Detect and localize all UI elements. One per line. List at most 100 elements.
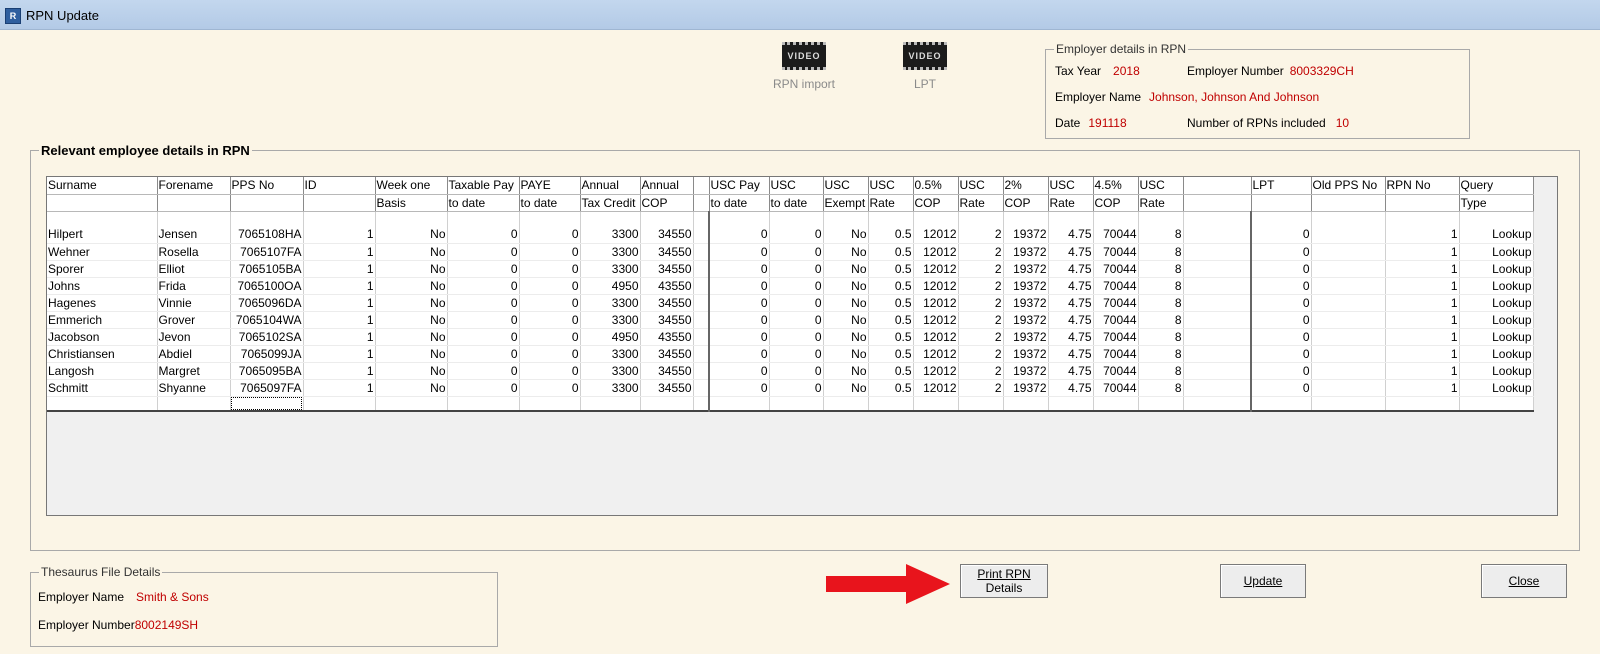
- table-row[interactable]: Sporer Elliot 7065105BA 1 No 0 0 3300 34550 0 0 No 0…: [47, 260, 1534, 278]
- cell-col-13[interactable]: 0.5: [868, 226, 914, 244]
- cell-col-21[interactable]: 0: [1251, 226, 1312, 244]
- cell-col-6[interactable]: 0: [519, 243, 581, 261]
- cell-col-4[interactable]: No: [375, 277, 448, 295]
- cell-col-16[interactable]: 19372: [1003, 362, 1049, 380]
- cell-col-23[interactable]: 1: [1385, 362, 1460, 380]
- cell-col-7[interactable]: 3300: [580, 294, 641, 312]
- cell-col-1[interactable]: Vinnie: [157, 294, 231, 312]
- cell-col-23[interactable]: 1: [1385, 260, 1460, 278]
- cell-col-3[interactable]: 1: [303, 311, 376, 329]
- cell-col-4[interactable]: No: [375, 294, 448, 312]
- cell-col-8[interactable]: 34550: [640, 243, 694, 261]
- cell-col-15[interactable]: 2: [958, 311, 1004, 329]
- cell-col-4[interactable]: No: [375, 311, 448, 329]
- cell-col-5[interactable]: 0: [447, 328, 520, 346]
- cell-col-11[interactable]: 0: [769, 328, 824, 346]
- cell-col-10[interactable]: 0: [709, 311, 770, 329]
- cell-col-1[interactable]: Abdiel: [157, 345, 231, 363]
- cell-col-2[interactable]: 7065099JA: [230, 345, 304, 363]
- cell-col-21[interactable]: 0: [1251, 311, 1312, 329]
- cell-col-21[interactable]: 0: [1251, 294, 1312, 312]
- cell-col-9[interactable]: [693, 362, 710, 380]
- cell-col-17[interactable]: 4.75: [1048, 294, 1094, 312]
- cell-col-23[interactable]: 1: [1385, 328, 1460, 346]
- cell-col-8[interactable]: 34550: [640, 294, 694, 312]
- cell-col-6[interactable]: 0: [519, 311, 581, 329]
- cell-col-9[interactable]: [693, 328, 710, 346]
- cell-col-7[interactable]: 4950: [580, 328, 641, 346]
- cell-col-17[interactable]: 4.75: [1048, 311, 1094, 329]
- cell-col-23[interactable]: 1: [1385, 294, 1460, 312]
- cell-col-21[interactable]: 0: [1251, 379, 1312, 397]
- table-row[interactable]: Christiansen Abdiel 7065099JA 1 No 0 0 3300 3455…: [47, 345, 1534, 363]
- cell-col-16[interactable]: 19372: [1003, 345, 1049, 363]
- cell-col-17[interactable]: 4.75: [1048, 379, 1094, 397]
- cell-col-13[interactable]: 0.5: [868, 294, 914, 312]
- cell-col-5[interactable]: 0: [447, 277, 520, 295]
- cell-col-9[interactable]: [693, 243, 710, 261]
- cell-col-22[interactable]: [1311, 277, 1386, 295]
- cell-col-6[interactable]: 0: [519, 260, 581, 278]
- cell-col-15[interactable]: 2: [958, 243, 1004, 261]
- cell-col-8[interactable]: 34550: [640, 379, 694, 397]
- cell-col-13[interactable]: 0.5: [868, 362, 914, 380]
- cell-col-0[interactable]: Wehner: [47, 243, 158, 261]
- cell-col-23[interactable]: 1: [1385, 243, 1460, 261]
- cell-col-9[interactable]: [693, 226, 710, 244]
- cell-col-0[interactable]: Hilpert: [47, 226, 158, 244]
- cell-col-9[interactable]: [693, 311, 710, 329]
- cell-col-24[interactable]: Lookup: [1459, 277, 1534, 295]
- cell-col-19[interactable]: 8: [1138, 379, 1184, 397]
- cell-col-5[interactable]: 0: [447, 226, 520, 244]
- cell-col-10[interactable]: 0: [709, 328, 770, 346]
- table-row[interactable]: Johns Frida 7065100OA 1 No 0 0 4950 43550 0 0 No 0.5…: [47, 277, 1534, 295]
- cell-col-24[interactable]: Lookup: [1459, 226, 1534, 244]
- cell-col-7[interactable]: 4950: [580, 277, 641, 295]
- cell-col-17[interactable]: 4.75: [1048, 362, 1094, 380]
- cell-col-16[interactable]: 19372: [1003, 277, 1049, 295]
- cell-col-10[interactable]: 0: [709, 294, 770, 312]
- cell-col-16[interactable]: 19372: [1003, 379, 1049, 397]
- cell-col-0[interactable]: Jacobson: [47, 328, 158, 346]
- cell-col-2[interactable]: 7065097FA: [230, 379, 304, 397]
- cell-col-1[interactable]: Rosella: [157, 243, 231, 261]
- employee-grid[interactable]: Surname Forename PPS No ID Week one Taxable P…: [46, 176, 1558, 516]
- cell-col-6[interactable]: 0: [519, 328, 581, 346]
- cell-col-12[interactable]: No: [823, 260, 869, 278]
- cell-col-7[interactable]: 3300: [580, 226, 641, 244]
- cell-col-14[interactable]: 12012: [913, 379, 959, 397]
- cell-col-5[interactable]: 0: [447, 345, 520, 363]
- cell-col-19[interactable]: 8: [1138, 362, 1184, 380]
- cell-col-3[interactable]: 1: [303, 362, 376, 380]
- cell-col-18[interactable]: 70044: [1093, 294, 1139, 312]
- cell-col-1[interactable]: Jevon: [157, 328, 231, 346]
- cell-col-12[interactable]: No: [823, 345, 869, 363]
- cell-col-15[interactable]: 2: [958, 345, 1004, 363]
- cell-col-2[interactable]: 7065100OA: [230, 277, 304, 295]
- cell-col-1[interactable]: Jensen: [157, 226, 231, 244]
- cell-col-16[interactable]: 19372: [1003, 226, 1049, 244]
- cell-col-4[interactable]: No: [375, 345, 448, 363]
- cell-col-18[interactable]: 70044: [1093, 311, 1139, 329]
- cell-col-22[interactable]: [1311, 345, 1386, 363]
- cell-col-14[interactable]: 12012: [913, 226, 959, 244]
- cell-col-14[interactable]: 12012: [913, 362, 959, 380]
- cell-col-9[interactable]: [693, 379, 710, 397]
- cell-col-7[interactable]: 3300: [580, 311, 641, 329]
- cell-col-23[interactable]: 1: [1385, 277, 1460, 295]
- cell-col-13[interactable]: 0.5: [868, 345, 914, 363]
- cell-col-13[interactable]: 0.5: [868, 328, 914, 346]
- cell-col-8[interactable]: 34550: [640, 260, 694, 278]
- cell-col-11[interactable]: 0: [769, 379, 824, 397]
- cell-col-8[interactable]: 43550: [640, 277, 694, 295]
- cell-col-17[interactable]: 4.75: [1048, 277, 1094, 295]
- cell-col-8[interactable]: 34550: [640, 226, 694, 244]
- cell-col-11[interactable]: 0: [769, 311, 824, 329]
- cell-col-22[interactable]: [1311, 379, 1386, 397]
- cell-col-22[interactable]: [1311, 294, 1386, 312]
- cell-col-19[interactable]: 8: [1138, 226, 1184, 244]
- cell-col-7[interactable]: 3300: [580, 243, 641, 261]
- cell-col-18[interactable]: 70044: [1093, 345, 1139, 363]
- cell-col-15[interactable]: 2: [958, 277, 1004, 295]
- cell-col-20[interactable]: [1183, 260, 1252, 278]
